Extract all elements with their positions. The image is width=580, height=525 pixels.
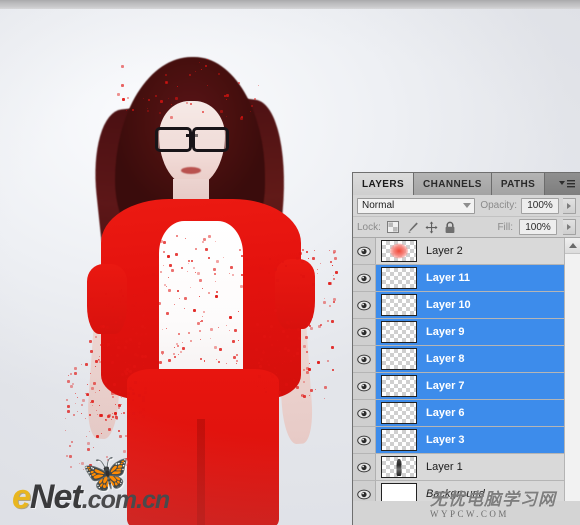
layer-name: Layer 3	[426, 434, 465, 446]
tab-layers[interactable]: LAYERS	[353, 173, 415, 195]
layer-row[interactable]: Layer 6	[353, 400, 564, 427]
enet-wordmark: eNet.com.cn	[12, 478, 170, 517]
eye-visibility-icon[interactable]	[353, 238, 376, 264]
eye-visibility-icon[interactable]	[353, 346, 376, 372]
layer-name: Layer 6	[426, 407, 465, 419]
lock-transparent-pixels-icon[interactable]	[387, 221, 400, 234]
chevron-down-icon	[463, 202, 471, 208]
glasses-icon	[155, 127, 229, 152]
screenshot-root: 🦋 eNet.com.cn LAYERS CHANNELS PATHS Norm…	[0, 0, 580, 525]
lips	[181, 167, 201, 174]
blend-opacity-row: Normal Opacity: 100%	[353, 195, 580, 217]
eye-visibility-icon[interactable]	[353, 319, 376, 345]
scroll-up-arrow-icon[interactable]	[565, 238, 580, 254]
layer-thumbnail[interactable]	[381, 348, 417, 370]
blend-mode-select[interactable]: Normal	[357, 197, 475, 214]
layer-thumbnail[interactable]	[381, 240, 417, 262]
lock-fill-row: Lock: Fill: 100%	[353, 217, 580, 238]
layer-name: Layer 10	[426, 299, 471, 311]
fill-stepper-icon[interactable]	[563, 219, 576, 235]
layers-panel: LAYERS CHANNELS PATHS Normal Opacity: 10…	[352, 172, 580, 525]
tab-strip-filler	[545, 173, 554, 195]
layer-thumbnail[interactable]	[381, 267, 417, 289]
tab-paths[interactable]: PATHS	[491, 173, 546, 195]
layers-scrollbar-track[interactable]	[565, 254, 580, 501]
layer-thumbnail[interactable]	[381, 429, 417, 451]
layer-row[interactable]: Layer 9	[353, 319, 564, 346]
enet-logo-domain: .com.cn	[81, 486, 170, 514]
layer-row[interactable]: Layer 8	[353, 346, 564, 373]
layer-name: Layer 9	[426, 326, 465, 338]
layer-thumbnail[interactable]	[381, 456, 417, 478]
layers-list-rows: Layer 2 Layer 11 Layer 10 Layer 9 Layer 8 Lay…	[353, 238, 564, 501]
layer-row[interactable]: Layer 1	[353, 454, 564, 481]
eye-visibility-icon[interactable]	[353, 427, 376, 453]
sleeve-right	[275, 259, 315, 329]
layer-thumbnail[interactable]	[381, 483, 417, 501]
fill-label: Fill:	[497, 221, 513, 233]
panel-menu-icon[interactable]	[554, 173, 580, 195]
layer-row[interactable]: Layer 3	[353, 427, 564, 454]
fill-input[interactable]: 100%	[519, 219, 557, 235]
layer-thumbnail[interactable]	[381, 321, 417, 343]
layer-row[interactable]: Layer 2	[353, 238, 564, 265]
lock-position-move-icon[interactable]	[425, 221, 438, 234]
layer-thumbnail[interactable]	[381, 402, 417, 424]
opacity-label: Opacity:	[480, 200, 517, 211]
layer-name: Layer 11	[426, 272, 471, 284]
enet-logo-e: e	[12, 478, 31, 516]
eye-visibility-icon[interactable]	[353, 481, 376, 501]
layers-list: Layer 2 Layer 11 Layer 10 Layer 9 Layer 8 Lay…	[353, 238, 580, 501]
layer-name: Background	[426, 488, 485, 500]
lock-image-pixels-brush-icon[interactable]	[406, 221, 419, 234]
layer-row[interactable]: Layer 10	[353, 292, 564, 319]
lock-all-padlock-icon[interactable]	[444, 221, 457, 234]
layers-scrollbar[interactable]	[564, 238, 580, 501]
layer-row[interactable]: Background	[353, 481, 564, 501]
subject-figure	[55, 39, 355, 525]
eye-visibility-icon[interactable]	[353, 400, 376, 426]
eye-visibility-icon[interactable]	[353, 373, 376, 399]
sleeve-left	[87, 264, 127, 334]
tab-channels[interactable]: CHANNELS	[414, 173, 492, 195]
enet-logo: 🦋 eNet.com.cn	[8, 455, 216, 519]
layer-thumbnail[interactable]	[381, 294, 417, 316]
opacity-stepper-icon[interactable]	[563, 197, 576, 214]
blend-mode-value: Normal	[362, 200, 395, 211]
eye-visibility-icon[interactable]	[353, 265, 376, 291]
layer-row[interactable]: Layer 7	[353, 373, 564, 400]
layer-thumbnail[interactable]	[381, 375, 417, 397]
layer-name: Layer 7	[426, 380, 465, 392]
layer-name: Layer 1	[426, 461, 463, 473]
layer-name: Layer 8	[426, 353, 465, 365]
enet-logo-net: Net	[29, 478, 83, 516]
layer-name: Layer 2	[426, 245, 463, 257]
thumbnail-red-blob	[390, 243, 408, 259]
lock-label: Lock:	[357, 221, 381, 233]
opacity-input[interactable]: 100%	[521, 197, 559, 214]
panel-tab-strip: LAYERS CHANNELS PATHS	[353, 173, 580, 195]
layer-row[interactable]: Layer 11	[353, 265, 564, 292]
eye-visibility-icon[interactable]	[353, 292, 376, 318]
eye-visibility-icon[interactable]	[353, 454, 376, 480]
thumbnail-figure	[396, 459, 402, 476]
